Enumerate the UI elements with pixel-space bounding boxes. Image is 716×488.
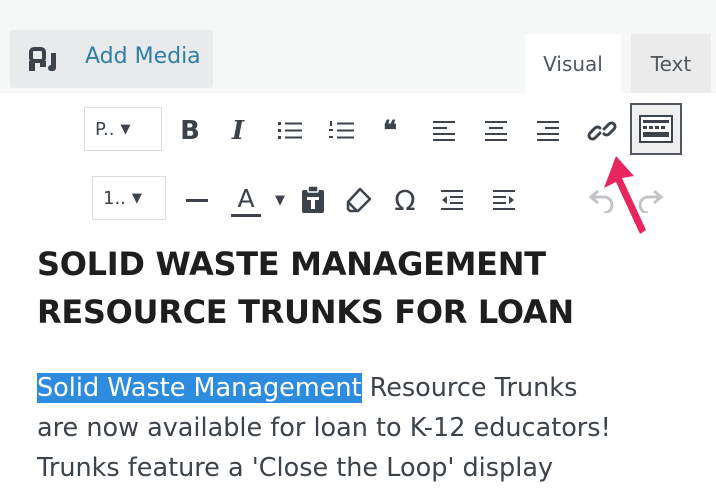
keyboard-icon — [639, 115, 673, 143]
post-paragraph[interactable]: Solid Waste Management Resource Trunks a… — [37, 368, 707, 488]
align-right-icon — [537, 121, 559, 141]
toolbar-toggle-button[interactable] — [630, 103, 682, 155]
horizontal-line-button[interactable] — [182, 184, 212, 216]
clear-formatting-button[interactable] — [342, 182, 376, 218]
paragraph-format-value: P.. — [95, 118, 115, 140]
paragraph-line-1-rest: Resource Trunks — [361, 373, 578, 403]
align-center-icon — [485, 121, 507, 141]
outdent-icon — [441, 190, 463, 210]
align-center-button[interactable] — [480, 115, 512, 147]
heading-line-2: RESOURCE TRUNKS FOR LOAN — [37, 293, 574, 331]
eraser-icon — [346, 187, 372, 213]
bullet-list-button[interactable] — [274, 115, 306, 147]
align-left-icon — [433, 121, 455, 141]
horizontal-line-icon — [186, 199, 208, 202]
text-color-swatch — [231, 213, 261, 217]
paragraph-format-select[interactable]: P.. ▼ — [84, 107, 162, 151]
paste-as-text-button[interactable] — [296, 182, 330, 218]
indent-icon — [493, 190, 515, 210]
omega-icon: Ω — [394, 183, 416, 217]
tab-visual[interactable]: Visual — [525, 34, 621, 94]
bold-button[interactable]: B — [174, 111, 206, 151]
font-size-select[interactable]: 1.. ▼ — [92, 176, 166, 220]
heading-line-1: SOLID WASTE MANAGEMENT — [37, 245, 546, 283]
text-color-letter: A — [237, 183, 255, 213]
font-size-value: 1.. — [103, 187, 126, 209]
chevron-down-icon: ▼ — [120, 121, 131, 137]
media-icon — [29, 47, 69, 77]
link-icon — [587, 121, 617, 141]
pointer-arrow-icon — [600, 150, 650, 244]
outdent-button[interactable] — [436, 184, 468, 216]
paragraph-line-3: Trunks feature a 'Close the Loop' displa… — [37, 453, 554, 483]
paragraph-line-1: Solid Waste Management Resource Trunks — [37, 368, 707, 408]
post-heading[interactable]: SOLID WASTE MANAGEMENT RESOURCE TRUNKS F… — [37, 240, 677, 336]
insert-link-button[interactable] — [584, 113, 620, 149]
bullet-list-icon — [278, 122, 302, 139]
numbered-list-icon — [329, 121, 354, 139]
quote-icon: ❝ — [383, 116, 397, 146]
clipboard-icon — [302, 185, 324, 213]
numbered-list-button[interactable] — [326, 115, 358, 147]
align-left-button[interactable] — [428, 115, 460, 147]
italic-button[interactable]: I — [222, 111, 254, 151]
blockquote-button[interactable]: ❝ — [372, 111, 408, 151]
add-media-button[interactable]: Add Media — [10, 30, 213, 88]
text-color-button[interactable]: A — [226, 178, 266, 222]
align-right-button[interactable] — [532, 115, 564, 147]
tab-text[interactable]: Text — [631, 34, 711, 93]
add-media-label: Add Media — [85, 44, 201, 69]
paragraph-line-2: are now available for loan to K-12 educa… — [37, 413, 611, 443]
indent-button[interactable] — [488, 184, 520, 216]
selected-text: Solid Waste Management — [37, 373, 362, 403]
special-character-button[interactable]: Ω — [388, 180, 422, 220]
chevron-down-icon: ▼ — [275, 192, 285, 208]
text-color-dropdown[interactable]: ▼ — [270, 184, 290, 216]
chevron-down-icon: ▼ — [131, 190, 142, 206]
